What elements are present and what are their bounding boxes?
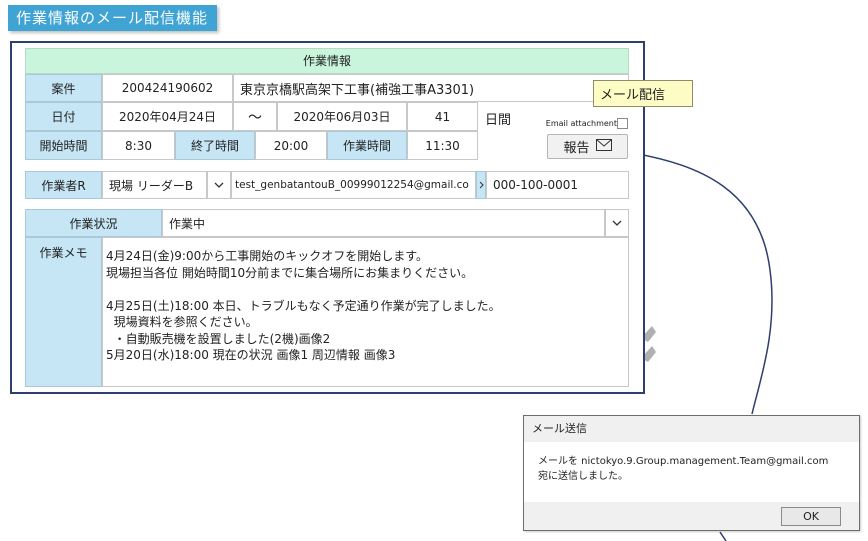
- memo-line: 現場担当各位 開始時間10分前までに集合場所にお集まりください。: [106, 265, 474, 280]
- ok-button[interactable]: OK: [781, 507, 841, 526]
- memo-line: 現場資料を参照ください。: [106, 315, 258, 329]
- end-date-field[interactable]: 2020年06月03日: [277, 102, 407, 131]
- chevron-right-icon[interactable]: [476, 171, 486, 199]
- days-unit-label: 日間: [485, 113, 512, 128]
- dialog-message: メールを nictokyo.9.Group.management.Team@gm…: [524, 442, 859, 504]
- date-range-tilde: 〜: [233, 102, 277, 131]
- work-hours-label: 作業時間: [327, 131, 407, 160]
- work-hours-field[interactable]: 11:30: [407, 131, 478, 160]
- mail-sent-dialog: メール送信 メールを nictokyo.9.Group.management.T…: [523, 415, 860, 531]
- memo-line: 4月24日(金)9:00から工事開始のキックオフを開始します。: [106, 249, 429, 263]
- dialog-message-line2: 宛に送信しました。: [538, 471, 628, 482]
- worker-phone-field[interactable]: 000-100-0001: [486, 171, 629, 199]
- dialog-message-line1: メールを nictokyo.9.Group.management.Team@gm…: [538, 456, 829, 467]
- case-label: 案件: [25, 74, 102, 102]
- report-button[interactable]: 報告: [547, 134, 628, 159]
- work-info-panel: 作業情報 案件 200424190602 東京京橋駅高架下工事(補強工事A330…: [10, 41, 645, 394]
- dialog-footer: OK: [524, 502, 859, 530]
- days-count-field[interactable]: 41: [407, 102, 478, 131]
- memo-line: 4月25日(土)18:00 本日、トラブルもなく予定通り作業が完了しました。: [106, 298, 501, 313]
- end-time-label: 終了時間: [175, 131, 255, 160]
- work-info-header: 作業情報: [25, 48, 629, 74]
- dialog-title: メール送信: [524, 416, 859, 442]
- memo-label: 作業メモ: [25, 237, 102, 387]
- case-number-field[interactable]: 200424190602: [102, 74, 233, 102]
- start-time-field[interactable]: 8:30: [102, 131, 175, 160]
- memo-textarea[interactable]: 4月24日(金)9:00から工事開始のキックオフを開始します。 現場担当各位 開…: [102, 237, 629, 387]
- start-time-label: 開始時間: [25, 131, 102, 160]
- status-label: 作業状況: [25, 209, 162, 237]
- worker-select-chevron-down-icon[interactable]: [207, 171, 231, 199]
- memo-line: [106, 281, 628, 298]
- worker-label: 作業者R: [25, 171, 102, 199]
- envelope-icon: [595, 138, 612, 155]
- case-name-field[interactable]: 東京京橋駅高架下工事(補強工事A3301): [233, 74, 629, 102]
- memo-line: ・自動販売機を設置しました(2機)画像2: [106, 331, 331, 346]
- start-date-field[interactable]: 2020年04月24日: [102, 102, 233, 131]
- page-title-banner: 作業情報のメール配信機能: [8, 5, 217, 31]
- report-button-label: 報告: [563, 141, 590, 156]
- status-select[interactable]: 作業中: [162, 209, 605, 237]
- email-delivery-callout: メール配信: [593, 80, 693, 107]
- memo-line: 5月20日(水)18:00 現在の状況 画像1 周辺情報 画像3: [106, 348, 396, 362]
- worker-email-field[interactable]: test_genbatantouB_00999012254@gmail.co: [231, 171, 476, 199]
- status-chevron-down-icon[interactable]: [605, 209, 629, 237]
- worker-name-select[interactable]: 現場 リーダーB: [102, 171, 207, 199]
- email-attachment-checkbox[interactable]: [617, 118, 628, 129]
- date-label: 日付: [25, 102, 102, 131]
- end-time-field[interactable]: 20:00: [255, 131, 327, 160]
- email-attachment-label: Email attachment: [545, 119, 617, 128]
